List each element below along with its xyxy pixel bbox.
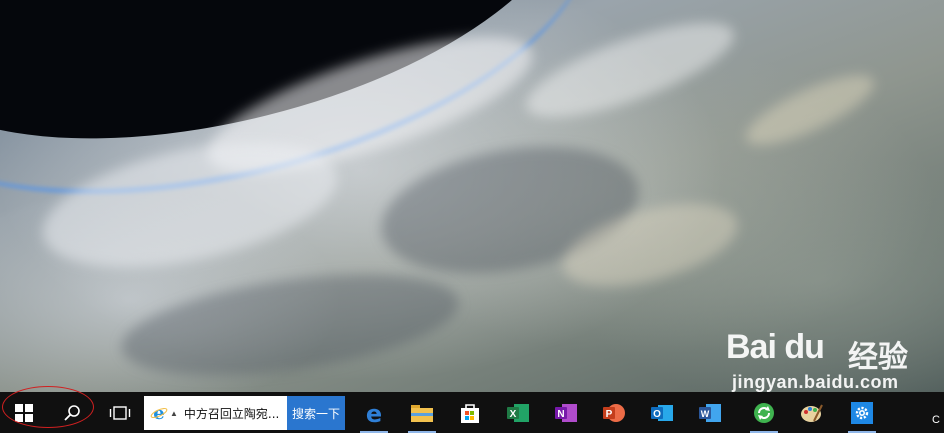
taskbar-app-edge[interactable]: e [350,392,398,433]
svg-text:O: O [653,409,661,420]
start-button[interactable] [0,392,48,433]
taskbar-app-word[interactable]: W [686,392,734,433]
powerpoint-icon: P [603,403,625,422]
onenote-icon: N [555,403,577,422]
svg-text:X: X [510,409,517,420]
taskbar-app-file-explorer[interactable] [398,392,446,433]
windows-logo-icon [15,403,33,422]
svg-text:P: P [606,409,613,420]
watermark-url: jingyan.baidu.com [732,372,899,392]
store-icon [461,403,479,423]
edge-icon: e [366,401,382,425]
cloud-layer [738,62,882,158]
svg-text:W: W [701,409,710,419]
search-icon [64,404,80,421]
baidu-jingyan-watermark: Bai du 经验 jingyan.baidu.com [726,328,936,392]
taskbar-app-paint[interactable] [788,392,836,433]
taskbar-app-settings[interactable] [838,392,886,433]
sync-icon [754,402,774,423]
search-button[interactable] [48,392,96,433]
excel-icon: X [507,403,529,422]
search-input[interactable] [181,405,286,421]
folder-icon [411,404,433,422]
gear-icon [851,401,873,424]
watermark-brand: Bai du [726,328,825,366]
taskbar-app-store[interactable] [446,392,494,433]
taskbar-search-box[interactable]: e ▲ [144,396,287,430]
word-icon: W [699,403,721,422]
ie-icon: e [150,404,168,422]
task-view-icon [109,405,131,420]
svg-text:e: e [153,404,164,422]
svg-text:N: N [557,409,564,420]
desktop-wallpaper: Bai du 经验 jingyan.baidu.com [0,0,944,392]
taskbar-app-excel[interactable]: X [494,392,542,433]
task-view-button[interactable] [96,392,144,433]
paint-icon [801,404,823,422]
taskbar-app-sync[interactable] [740,392,788,433]
cloud-shadow [115,256,465,392]
search-go-button[interactable]: 搜索一下 [287,396,345,430]
outlook-icon: O [651,404,673,421]
taskbar-app-onenote[interactable]: N [542,392,590,433]
taskbar-app-outlook[interactable]: O [638,392,686,433]
watermark-brand-cn: 经验 [848,341,908,374]
taskbar-app-powerpoint[interactable]: P [590,392,638,433]
chevron-up-icon[interactable]: ▲ [170,409,178,418]
system-tray-clock[interactable]: C [932,414,940,426]
svg-text:e: e [366,401,382,425]
